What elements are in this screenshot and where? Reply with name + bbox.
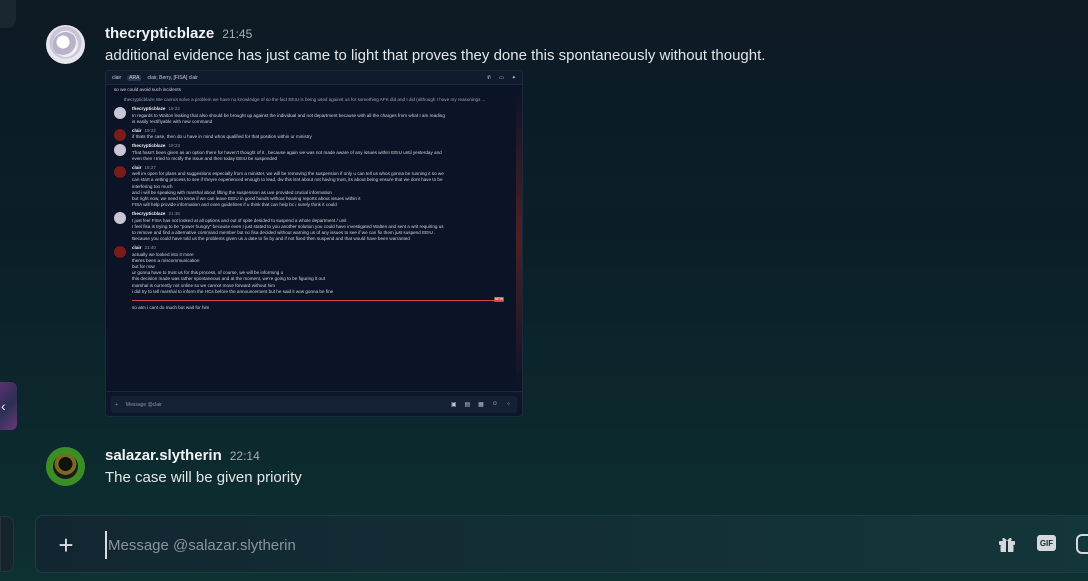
attachment-message: thecrypticblaze 19:23 That hasn't been giv…: [114, 143, 514, 162]
attachment-reply: thecrypticblaze We cannot solve a proble…: [124, 97, 486, 103]
chevron-left-icon: ‹: [1, 398, 6, 414]
message-composer: + GIF: [35, 515, 1088, 573]
attachment-line: i did try to tell marshal to inform the …: [132, 288, 334, 294]
attachment-tag: ARA: [127, 74, 142, 81]
attachment-time: 19:27: [144, 165, 156, 171]
attachment-avatar: [114, 107, 126, 120]
attachment-time: 19:22: [144, 128, 156, 134]
avatar[interactable]: [46, 447, 85, 486]
video-icon: ▭: [499, 74, 504, 81]
attachment-time: 21:36: [168, 211, 180, 217]
message-content: The case will be given priority: [105, 469, 302, 486]
attachment-message: clair 19:22 if thats the case, then do u h…: [114, 128, 514, 142]
attachment-dm-name: clair: [112, 74, 122, 81]
attachment-chat: so we could avoid such incidents thecryp…: [106, 85, 522, 391]
sidebar-edge-bottom: [0, 516, 14, 572]
attachment-line: FISA will help provide information and e…: [132, 202, 337, 208]
attachment-last-line: so atm i cant do much but wait for him: [132, 305, 210, 311]
attachment-time: 19:22: [168, 106, 180, 112]
avatar[interactable]: [46, 25, 85, 64]
attachment-avatar: [114, 129, 126, 142]
timestamp: 21:45: [222, 27, 253, 41]
message-content: additional evidence has just came to lig…: [105, 47, 766, 64]
attachment-plus-icon: +: [115, 401, 118, 408]
attachment-line: Because you could have told us the probl…: [132, 236, 410, 242]
gift-icon[interactable]: [997, 534, 1017, 554]
image-attachment[interactable]: clair ARA clair, Berry, [FISA] clair ✆ ▭ ✦…: [105, 70, 523, 417]
gif-button[interactable]: GIF: [1037, 535, 1056, 551]
attachment-composer: + Message @clair ▣ ▤ ▦ ☺ ⁘: [106, 391, 522, 416]
attachment-line: if thats the case, then do u have in min…: [132, 134, 312, 140]
message-input[interactable]: [105, 531, 705, 559]
collapse-sidebar-button[interactable]: ‹: [0, 382, 17, 430]
attachment-message: clair 21:40 actually we looked into it mor…: [114, 245, 514, 295]
phone-icon: ✆: [486, 74, 492, 81]
attachment-header: clair ARA clair, Berry, [FISA] clair ✆ ▭ ✦: [106, 71, 522, 85]
attachment-header-icons: ✆ ▭ ✦: [487, 75, 516, 81]
attachment-line: even then I tried to rectify the issue a…: [132, 155, 278, 161]
attachment-avatar: [114, 144, 126, 157]
timestamp: 22:14: [229, 449, 260, 463]
attachment-time: 19:23: [168, 143, 180, 149]
attachment-members: clair, Berry, [FISA] clair: [147, 74, 198, 81]
attachment-time: 21:40: [144, 245, 156, 251]
plus-icon: +: [58, 530, 74, 560]
attachment-placeholder: Message @clair: [125, 401, 162, 408]
attachment-top-line: so we could avoid such incidents: [114, 87, 181, 92]
attachment-avatar: [114, 246, 126, 259]
sidebar-edge: [0, 0, 16, 28]
attachment-message: thecrypticblaze 19:22 In regards to Walton…: [114, 106, 514, 125]
attachment-message: thecrypticblaze 21:36 I just feel FISA has…: [114, 211, 514, 242]
attachment-avatar: [114, 212, 126, 225]
new-messages-divider: NEW: [114, 297, 514, 303]
pin-icon: ✦: [511, 74, 516, 81]
username[interactable]: thecrypticblaze: [105, 25, 214, 42]
attachment-line: is easily rectifiyable with new command: [132, 118, 213, 124]
attachment-input-icons: ▣ ▤ ▦ ☺ ⁘: [450, 401, 511, 408]
add-attachment-button[interactable]: +: [53, 532, 79, 558]
attachment-message: clair 19:27 well im open for plans and sug…: [114, 165, 514, 208]
username[interactable]: salazar.slytherin: [105, 447, 222, 464]
attachment-avatar: [114, 166, 126, 179]
new-badge: NEW: [493, 297, 504, 303]
sticker-icon[interactable]: [1076, 534, 1088, 554]
